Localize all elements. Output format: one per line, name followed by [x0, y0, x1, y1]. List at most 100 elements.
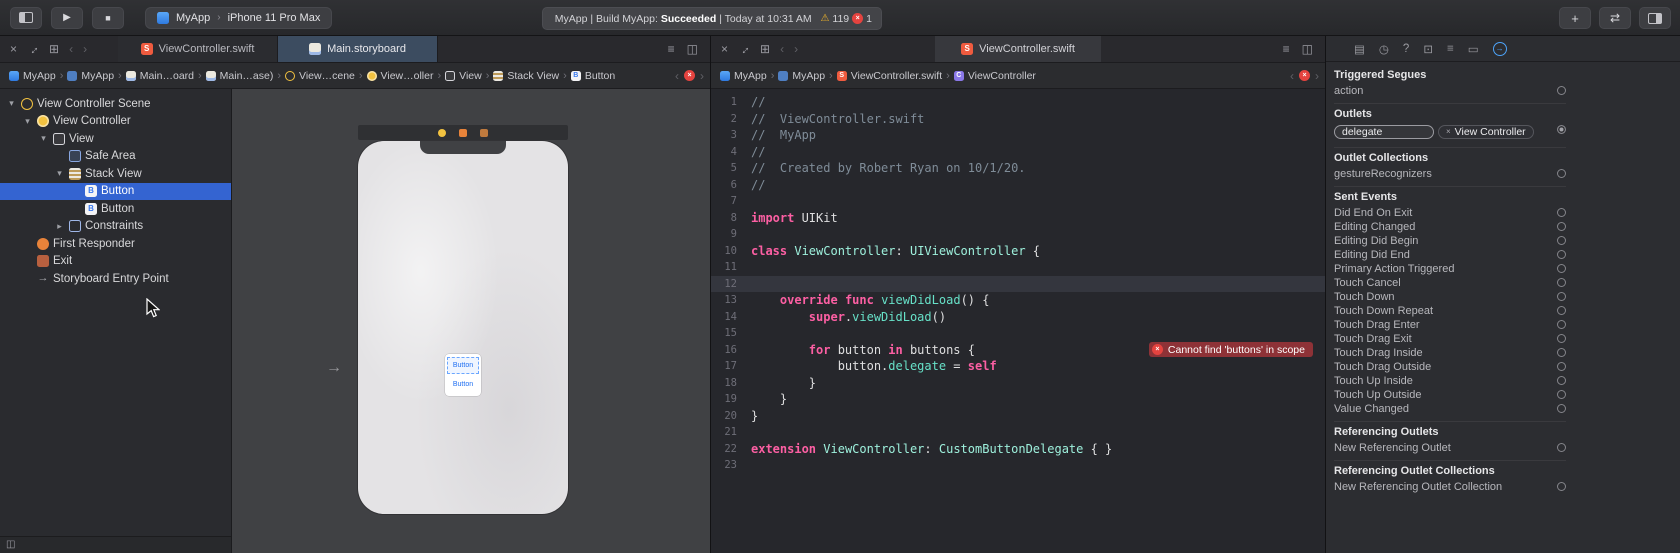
- breadcrumb-item[interactable]: View…oller: [366, 70, 433, 82]
- inspector-row[interactable]: Touch Down Repeat: [1334, 304, 1566, 318]
- history-inspector-icon[interactable]: ◷: [1379, 42, 1389, 56]
- line-number[interactable]: 11: [711, 261, 751, 273]
- code-line[interactable]: 19 }: [711, 391, 1325, 408]
- canvas-button[interactable]: Button: [447, 376, 479, 393]
- library-button[interactable]: +: [1559, 7, 1591, 29]
- disclosure-triangle-icon[interactable]: ▾: [54, 168, 65, 179]
- tab-viewcontroller-swift[interactable]: S ViewController.swift: [935, 36, 1101, 62]
- breadcrumb-item[interactable]: B Button: [570, 70, 615, 82]
- attributes-inspector-icon[interactable]: ≡: [1447, 43, 1454, 55]
- code-line[interactable]: 9: [711, 226, 1325, 243]
- inspector-row[interactable]: gestureRecognizers: [1334, 167, 1566, 181]
- outline-row[interactable]: B Button: [0, 182, 231, 200]
- code-review-button[interactable]: ⇄: [1599, 7, 1631, 29]
- line-number[interactable]: 23: [711, 459, 751, 471]
- code-line[interactable]: 6//: [711, 177, 1325, 194]
- forward-icon[interactable]: ›: [83, 43, 87, 55]
- line-number[interactable]: 9: [711, 228, 751, 240]
- line-number[interactable]: 13: [711, 294, 751, 306]
- connection-well[interactable]: [1557, 125, 1566, 134]
- breadcrumb-item[interactable]: View: [445, 70, 482, 82]
- inspector-row[interactable]: action: [1334, 84, 1566, 98]
- connection-well[interactable]: [1557, 208, 1566, 217]
- add-editor-icon[interactable]: ◫: [687, 43, 698, 55]
- toggle-outline-icon[interactable]: ◫: [6, 540, 15, 550]
- issue-error-icon[interactable]: ×: [1299, 70, 1310, 81]
- connection-well[interactable]: [1557, 348, 1566, 357]
- connection-well[interactable]: [1557, 390, 1566, 399]
- connection-well[interactable]: [1557, 292, 1566, 301]
- breadcrumb-item[interactable]: MyApp: [720, 70, 767, 82]
- breadcrumb-item[interactable]: C ViewController: [953, 70, 1036, 82]
- breadcrumb-item[interactable]: Stack View: [493, 70, 559, 82]
- breadcrumb-item[interactable]: MyApp: [67, 70, 114, 82]
- inspector-row[interactable]: Touch Drag Inside: [1334, 346, 1566, 360]
- quick-help-inspector-icon[interactable]: ?: [1403, 43, 1409, 55]
- disclosure-triangle-icon[interactable]: ▾: [38, 133, 49, 144]
- code-line[interactable]: 17 button.delegate = self: [711, 358, 1325, 375]
- outline-row[interactable]: ▾ View Controller Scene: [0, 95, 231, 113]
- exit-dock-icon[interactable]: [480, 128, 488, 137]
- inspector-row[interactable]: Editing Changed: [1334, 220, 1566, 234]
- inspector-row[interactable]: Did End On Exit: [1334, 206, 1566, 220]
- line-number[interactable]: 5: [711, 162, 751, 174]
- inspector-row[interactable]: New Referencing Outlet: [1334, 441, 1566, 455]
- connection-well[interactable]: [1557, 334, 1566, 343]
- line-number[interactable]: 6: [711, 179, 751, 191]
- line-number[interactable]: 3: [711, 129, 751, 141]
- inspector-row[interactable]: Touch Up Inside: [1334, 374, 1566, 388]
- issue-error-icon[interactable]: ×: [684, 70, 695, 81]
- line-number[interactable]: 4: [711, 146, 751, 158]
- source-code-editor[interactable]: 1//2// ViewController.swift 3// MyApp 4//5…: [711, 89, 1325, 553]
- inspector-row[interactable]: Touch Up Outside: [1334, 388, 1566, 402]
- code-line[interactable]: 22 extension ViewController: CustomButton…: [711, 441, 1325, 458]
- view-controller-dock-icon[interactable]: [438, 128, 446, 137]
- connection-well[interactable]: [1557, 86, 1566, 95]
- storyboard-canvas[interactable]: → Button Button: [232, 89, 710, 553]
- breadcrumb-item[interactable]: Main…oard: [125, 70, 194, 82]
- breadcrumb-item[interactable]: MyApp: [9, 70, 56, 82]
- connection-well[interactable]: [1557, 236, 1566, 245]
- line-number[interactable]: 20: [711, 410, 751, 422]
- related-items-icon[interactable]: ⊞: [760, 43, 770, 55]
- disclosure-triangle-icon[interactable]: ▾: [6, 98, 17, 109]
- connection-well[interactable]: [1557, 169, 1566, 178]
- outline-row[interactable]: ▸ Constraints: [0, 218, 231, 236]
- inspector-row[interactable]: Value Changed: [1334, 402, 1566, 416]
- line-number[interactable]: 16: [711, 344, 751, 356]
- inspector-row[interactable]: Touch Down: [1334, 290, 1566, 304]
- connection-well[interactable]: [1557, 250, 1566, 259]
- code-line[interactable]: 8 import UIKit: [711, 210, 1325, 227]
- connection-well[interactable]: [1557, 376, 1566, 385]
- back-icon[interactable]: ‹: [69, 43, 73, 55]
- scheme-selector[interactable]: MyApp › iPhone 11 Pro Max: [145, 6, 333, 29]
- run-button[interactable]: ▶: [51, 6, 83, 29]
- line-number[interactable]: 10: [711, 245, 751, 257]
- tab-main-storyboard[interactable]: Main.storyboard: [278, 36, 438, 62]
- forward-icon[interactable]: ›: [794, 43, 798, 55]
- window-layout-button[interactable]: [10, 6, 42, 29]
- code-line[interactable]: 4//: [711, 144, 1325, 161]
- code-line[interactable]: 11: [711, 259, 1325, 276]
- next-issue-icon[interactable]: ›: [700, 70, 704, 82]
- code-line[interactable]: 18 }: [711, 375, 1325, 392]
- inspector-row[interactable]: New Referencing Outlet Collection: [1334, 480, 1566, 494]
- line-number[interactable]: 14: [711, 311, 751, 323]
- code-line[interactable]: 1//: [711, 94, 1325, 111]
- inspector-row[interactable]: Editing Did End: [1334, 248, 1566, 262]
- expand-editor-icon[interactable]: ↔: [735, 40, 753, 58]
- disclosure-triangle-icon[interactable]: ▸: [54, 221, 65, 232]
- line-number[interactable]: 19: [711, 393, 751, 405]
- entry-point-arrow[interactable]: →: [326, 359, 342, 377]
- code-line[interactable]: 13 override func viewDidLoad() {: [711, 292, 1325, 309]
- line-number[interactable]: 17: [711, 360, 751, 372]
- code-line[interactable]: 12: [711, 275, 1325, 292]
- outline-row[interactable]: First Responder: [0, 235, 231, 253]
- next-issue-icon[interactable]: ›: [1315, 70, 1319, 82]
- stop-button[interactable]: ■: [92, 6, 124, 29]
- inspector-row[interactable]: Touch Drag Exit: [1334, 332, 1566, 346]
- inspector-row[interactable]: Touch Drag Enter: [1334, 318, 1566, 332]
- code-line[interactable]: 23: [711, 457, 1325, 474]
- editor-options-icon[interactable]: ≡: [668, 43, 675, 55]
- disclosure-triangle-icon[interactable]: ▾: [22, 116, 33, 127]
